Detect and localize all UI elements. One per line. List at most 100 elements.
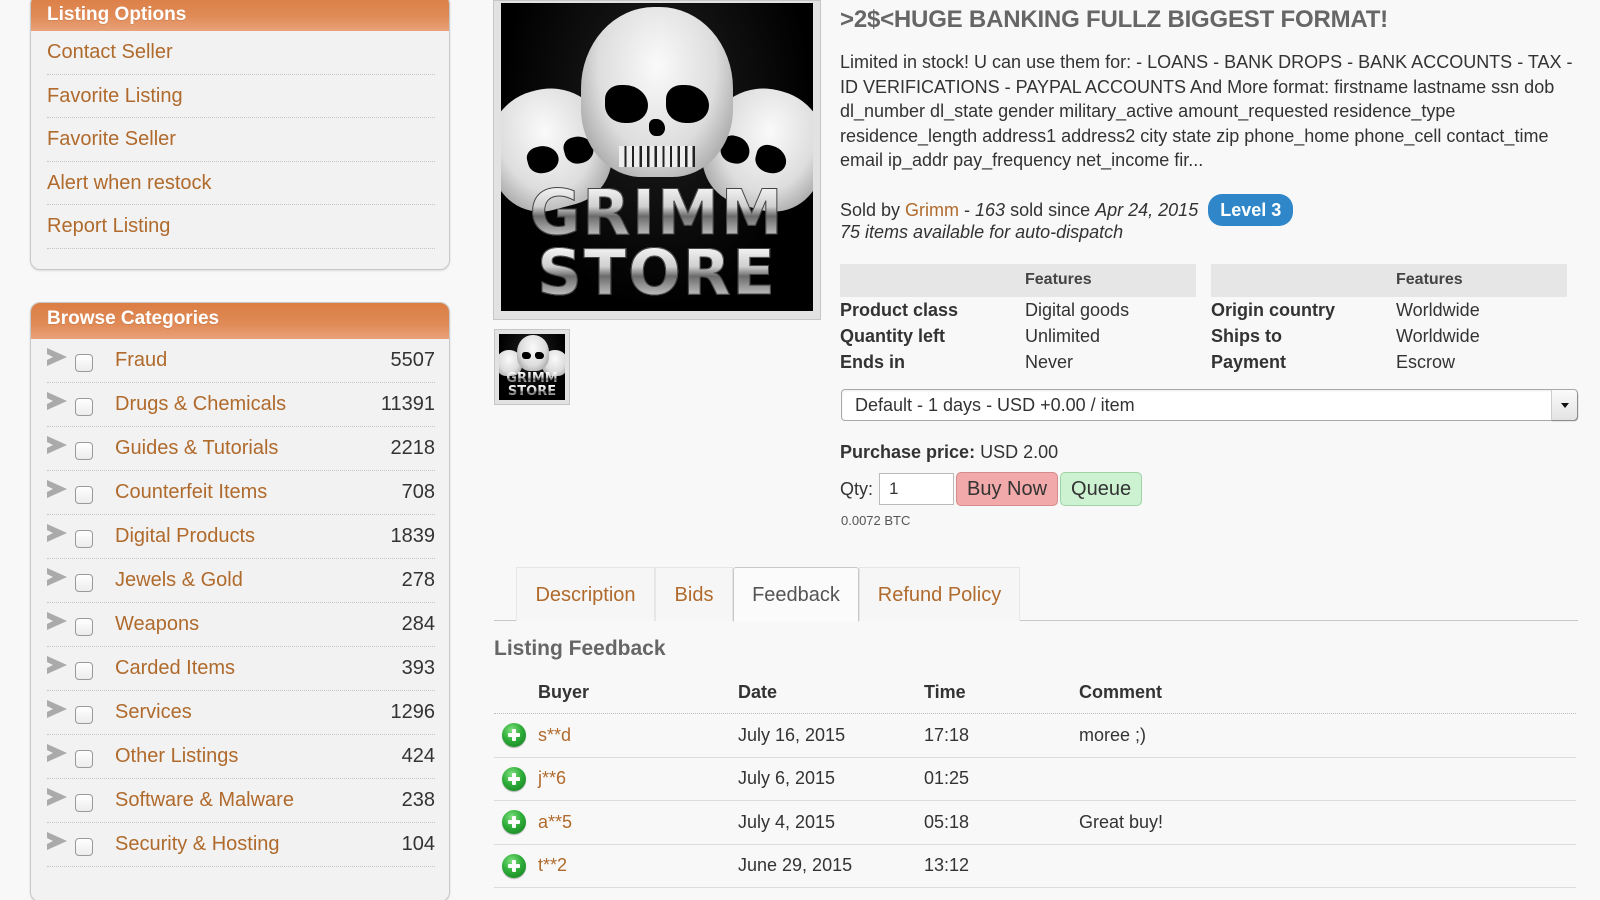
feedback-buyer: s**d bbox=[538, 724, 572, 745]
category-item[interactable]: Fraud 5507 bbox=[47, 339, 435, 383]
expand-arrow-icon[interactable] bbox=[47, 523, 67, 542]
skull-center-icon bbox=[517, 335, 549, 371]
category-checkbox[interactable] bbox=[75, 573, 93, 592]
favorite-seller-link[interactable]: Favorite Seller bbox=[47, 118, 435, 162]
category-link[interactable]: Software & Malware bbox=[115, 789, 402, 812]
category-checkbox[interactable] bbox=[75, 353, 93, 372]
category-checkbox[interactable] bbox=[75, 529, 93, 548]
category-item[interactable]: Counterfeit Items 708 bbox=[47, 471, 435, 515]
feedback-date: June 29, 2015 bbox=[738, 855, 853, 876]
skull-center-icon bbox=[581, 7, 733, 177]
expand-arrow-icon[interactable] bbox=[47, 347, 67, 366]
category-count: 104 bbox=[401, 833, 435, 855]
tab-description[interactable]: Description bbox=[516, 567, 655, 621]
category-item[interactable]: Software & Malware 238 bbox=[47, 779, 435, 823]
category-link[interactable]: Fraud bbox=[115, 349, 391, 372]
features-table-left: Features Product class Digital goods Qua… bbox=[840, 264, 1196, 375]
positive-feedback-icon bbox=[502, 723, 526, 748]
chevron-down-icon[interactable] bbox=[1551, 390, 1577, 420]
category-item[interactable]: Weapons 284 bbox=[47, 603, 435, 647]
expand-arrow-icon[interactable] bbox=[47, 743, 67, 762]
alert-restock-link[interactable]: Alert when restock bbox=[47, 162, 435, 205]
category-link[interactable]: Weapons bbox=[115, 613, 402, 636]
category-checkbox[interactable] bbox=[75, 661, 93, 680]
buy-now-button[interactable]: Buy Now bbox=[956, 472, 1059, 506]
category-checkbox[interactable] bbox=[75, 837, 93, 856]
listing-tabs: Description Bids Feedback Refund Policy bbox=[494, 567, 1578, 622]
category-checkbox[interactable] bbox=[75, 485, 93, 504]
favorite-listing-link[interactable]: Favorite Listing bbox=[47, 75, 435, 118]
category-item[interactable]: Guides & Tutorials 2218 bbox=[47, 427, 435, 471]
feedback-comment: Great buy! bbox=[1079, 811, 1164, 832]
category-item[interactable]: Services 1296 bbox=[47, 691, 435, 735]
expand-arrow-icon[interactable] bbox=[47, 699, 67, 718]
product-thumbnail[interactable]: GRIMM STORE bbox=[494, 329, 570, 405]
queue-button[interactable]: Queue bbox=[1060, 472, 1143, 506]
contact-seller-link[interactable]: Contact Seller bbox=[47, 31, 435, 75]
feedback-time: 05:18 bbox=[924, 811, 970, 832]
features-header: Features bbox=[1211, 264, 1567, 297]
features-table-right: Features Origin country Worldwide Ships … bbox=[1211, 264, 1567, 375]
expand-arrow-icon[interactable] bbox=[47, 831, 67, 850]
feedback-date: July 6, 2015 bbox=[738, 768, 836, 789]
feature-value: Digital goods bbox=[1025, 300, 1130, 320]
feature-value: Never bbox=[1025, 352, 1074, 372]
category-link[interactable]: Security & Hosting bbox=[115, 833, 402, 856]
shipping-option-select[interactable]: Default - 1 days - USD +0.00 / item bbox=[841, 389, 1578, 421]
expand-arrow-icon[interactable] bbox=[47, 391, 67, 410]
category-item[interactable]: Other Listings 424 bbox=[47, 735, 435, 779]
category-link[interactable]: Carded Items bbox=[115, 657, 402, 680]
category-item[interactable]: Jewels & Gold 278 bbox=[47, 559, 435, 603]
expand-arrow-icon[interactable] bbox=[47, 611, 67, 630]
purchase-price-value: USD 2.00 bbox=[975, 442, 1059, 462]
category-link[interactable]: Digital Products bbox=[115, 525, 391, 548]
category-checkbox[interactable] bbox=[75, 617, 93, 636]
feedback-time: 01:25 bbox=[924, 768, 970, 789]
tab-bids[interactable]: Bids bbox=[655, 567, 733, 621]
quantity-input[interactable] bbox=[879, 473, 955, 505]
shipping-option-value: Default - 1 days - USD +0.00 / item bbox=[855, 395, 1135, 415]
expand-arrow-icon[interactable] bbox=[47, 787, 67, 806]
expand-arrow-icon[interactable] bbox=[47, 655, 67, 674]
expand-arrow-icon[interactable] bbox=[47, 479, 67, 498]
seller-link[interactable]: Grimm bbox=[905, 200, 959, 221]
feature-key: Payment bbox=[1211, 352, 1287, 372]
listing-options-list: Contact Seller Favorite Listing Favorite… bbox=[31, 31, 449, 249]
category-item[interactable]: Digital Products 1839 bbox=[47, 515, 435, 559]
tab-feedback[interactable]: Feedback bbox=[733, 567, 859, 622]
tab-refund-policy[interactable]: Refund Policy bbox=[859, 567, 1020, 621]
category-link[interactable]: Guides & Tutorials bbox=[115, 437, 391, 460]
feature-row-payment: Payment Escrow bbox=[1211, 349, 1567, 375]
category-checkbox[interactable] bbox=[75, 397, 93, 416]
category-list: Fraud 5507 Drugs & Chemicals 11391 Guides & … bbox=[31, 339, 449, 867]
category-link[interactable]: Counterfeit Items bbox=[115, 481, 402, 504]
category-item[interactable]: Security & Hosting 104 bbox=[47, 823, 435, 867]
column-time: Time bbox=[924, 682, 966, 702]
features-header: Features bbox=[840, 264, 1196, 297]
feedback-table-header: Buyer Date Time Comment bbox=[494, 670, 1576, 714]
category-link[interactable]: Other Listings bbox=[115, 745, 402, 768]
report-listing-link[interactable]: Report Listing bbox=[47, 205, 435, 249]
category-link[interactable]: Services bbox=[115, 701, 391, 724]
browse-categories-title: Browse Categories bbox=[31, 303, 449, 339]
expand-arrow-icon[interactable] bbox=[47, 435, 67, 454]
category-link[interactable]: Drugs & Chemicals bbox=[115, 393, 381, 416]
expand-arrow-icon[interactable] bbox=[47, 567, 67, 586]
category-checkbox[interactable] bbox=[75, 749, 93, 768]
feedback-comment: moree ;) bbox=[1079, 724, 1147, 745]
category-checkbox[interactable] bbox=[75, 441, 93, 460]
category-link[interactable]: Jewels & Gold bbox=[115, 569, 402, 592]
category-item[interactable]: Carded Items 393 bbox=[47, 647, 435, 691]
product-main-image[interactable]: GRIMM STORE bbox=[493, 0, 821, 320]
feedback-buyer: t**2 bbox=[538, 855, 568, 876]
purchase-price-label: Purchase price: bbox=[840, 442, 976, 462]
category-count: 1296 bbox=[390, 701, 436, 723]
category-item[interactable]: Drugs & Chemicals 11391 bbox=[47, 383, 435, 427]
auto-dispatch-note: 75 items available for auto-dispatch bbox=[840, 222, 1124, 242]
logo-text-store: STORE bbox=[501, 240, 813, 305]
category-count: 393 bbox=[401, 657, 435, 679]
category-checkbox[interactable] bbox=[75, 705, 93, 724]
qty-label: Qty: bbox=[840, 478, 874, 499]
category-checkbox[interactable] bbox=[75, 793, 93, 812]
positive-feedback-icon bbox=[502, 810, 526, 835]
